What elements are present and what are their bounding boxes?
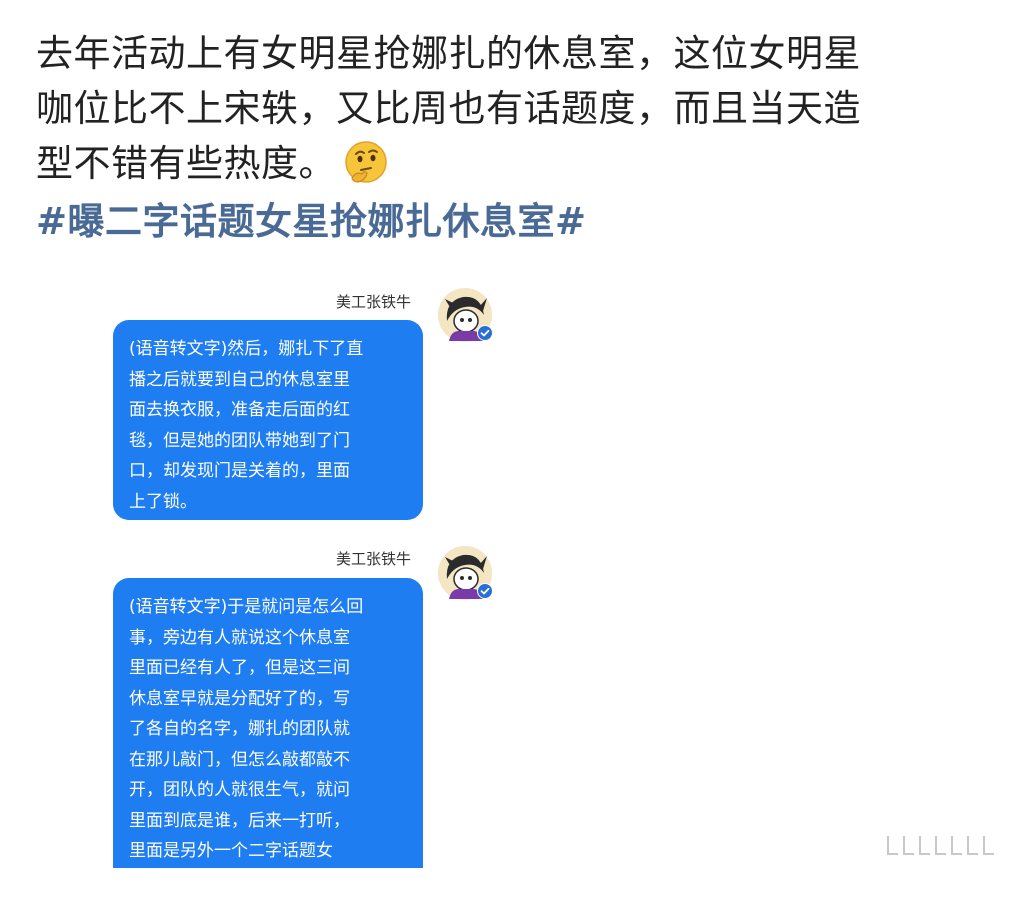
post-line-1: 去年活动上有女明星抢娜扎的休息室，这位女明星 — [36, 26, 986, 81]
message-line: 里面到底是谁，后来一打听， — [129, 806, 407, 837]
message-bubble[interactable]: (语音转文字)于是就问是怎么回 事，旁边有人就说这个休息室 里面已经有人了，但是… — [113, 578, 423, 868]
message-bubble[interactable]: (语音转文字)然后，娜扎下了直 播之后就要到自己的休息室里 面去换衣服，准备走后… — [113, 320, 423, 520]
post-line-2: 咖位比不上宋轶，又比周也有话题度，而且当天造 — [36, 81, 986, 136]
message-line: 里面已经有人了，但是这三间 — [129, 653, 407, 684]
post-line-3: 型不错有些热度。 — [36, 136, 986, 191]
message-line: 在那儿敲门，但怎么敲都敲不 — [129, 745, 407, 776]
message-line: (语音转文字)于是就问是怎么回 — [129, 592, 407, 623]
message-sender-name: 美工张铁牛 — [336, 548, 411, 569]
thinking-face-icon — [344, 140, 388, 184]
message-line: 休息室早就是分配好了的，写 — [129, 684, 407, 715]
message-line: 星 — [129, 867, 407, 897]
avatar[interactable] — [437, 545, 493, 601]
topic-hashtag-link[interactable]: #曝二字话题女星抢娜扎休息室# — [36, 194, 587, 249]
message-line: 毯，但是她的团队带她到了门 — [129, 426, 407, 457]
watermark-icon — [884, 832, 1004, 858]
post-body: 去年活动上有女明星抢娜扎的休息室，这位女明星 咖位比不上宋轶，又比周也有话题度，… — [36, 26, 986, 191]
message-line: 口，却发现门是关着的，里面 — [129, 456, 407, 487]
post-line-3-text: 型不错有些热度。 — [36, 142, 336, 185]
verified-badge-icon — [477, 325, 493, 341]
message-line: 事，旁边有人就说这个休息室 — [129, 623, 407, 654]
message-line: (语音转文字)然后，娜扎下了直 — [129, 334, 407, 365]
avatar[interactable] — [437, 287, 493, 343]
message-line: 里面是另外一个二字话题女 — [129, 836, 407, 867]
message-line: 开，团队的人就很生气，就问 — [129, 775, 407, 806]
verified-badge-icon — [477, 583, 493, 599]
message-line: 播之后就要到自己的休息室里 — [129, 365, 407, 396]
message-line: 上了锁。 — [129, 487, 407, 518]
message-line: 了各自的名字，娜扎的团队就 — [129, 714, 407, 745]
message-line: 面去换衣服，准备走后面的红 — [129, 395, 407, 426]
message-sender-name: 美工张铁牛 — [336, 291, 411, 312]
